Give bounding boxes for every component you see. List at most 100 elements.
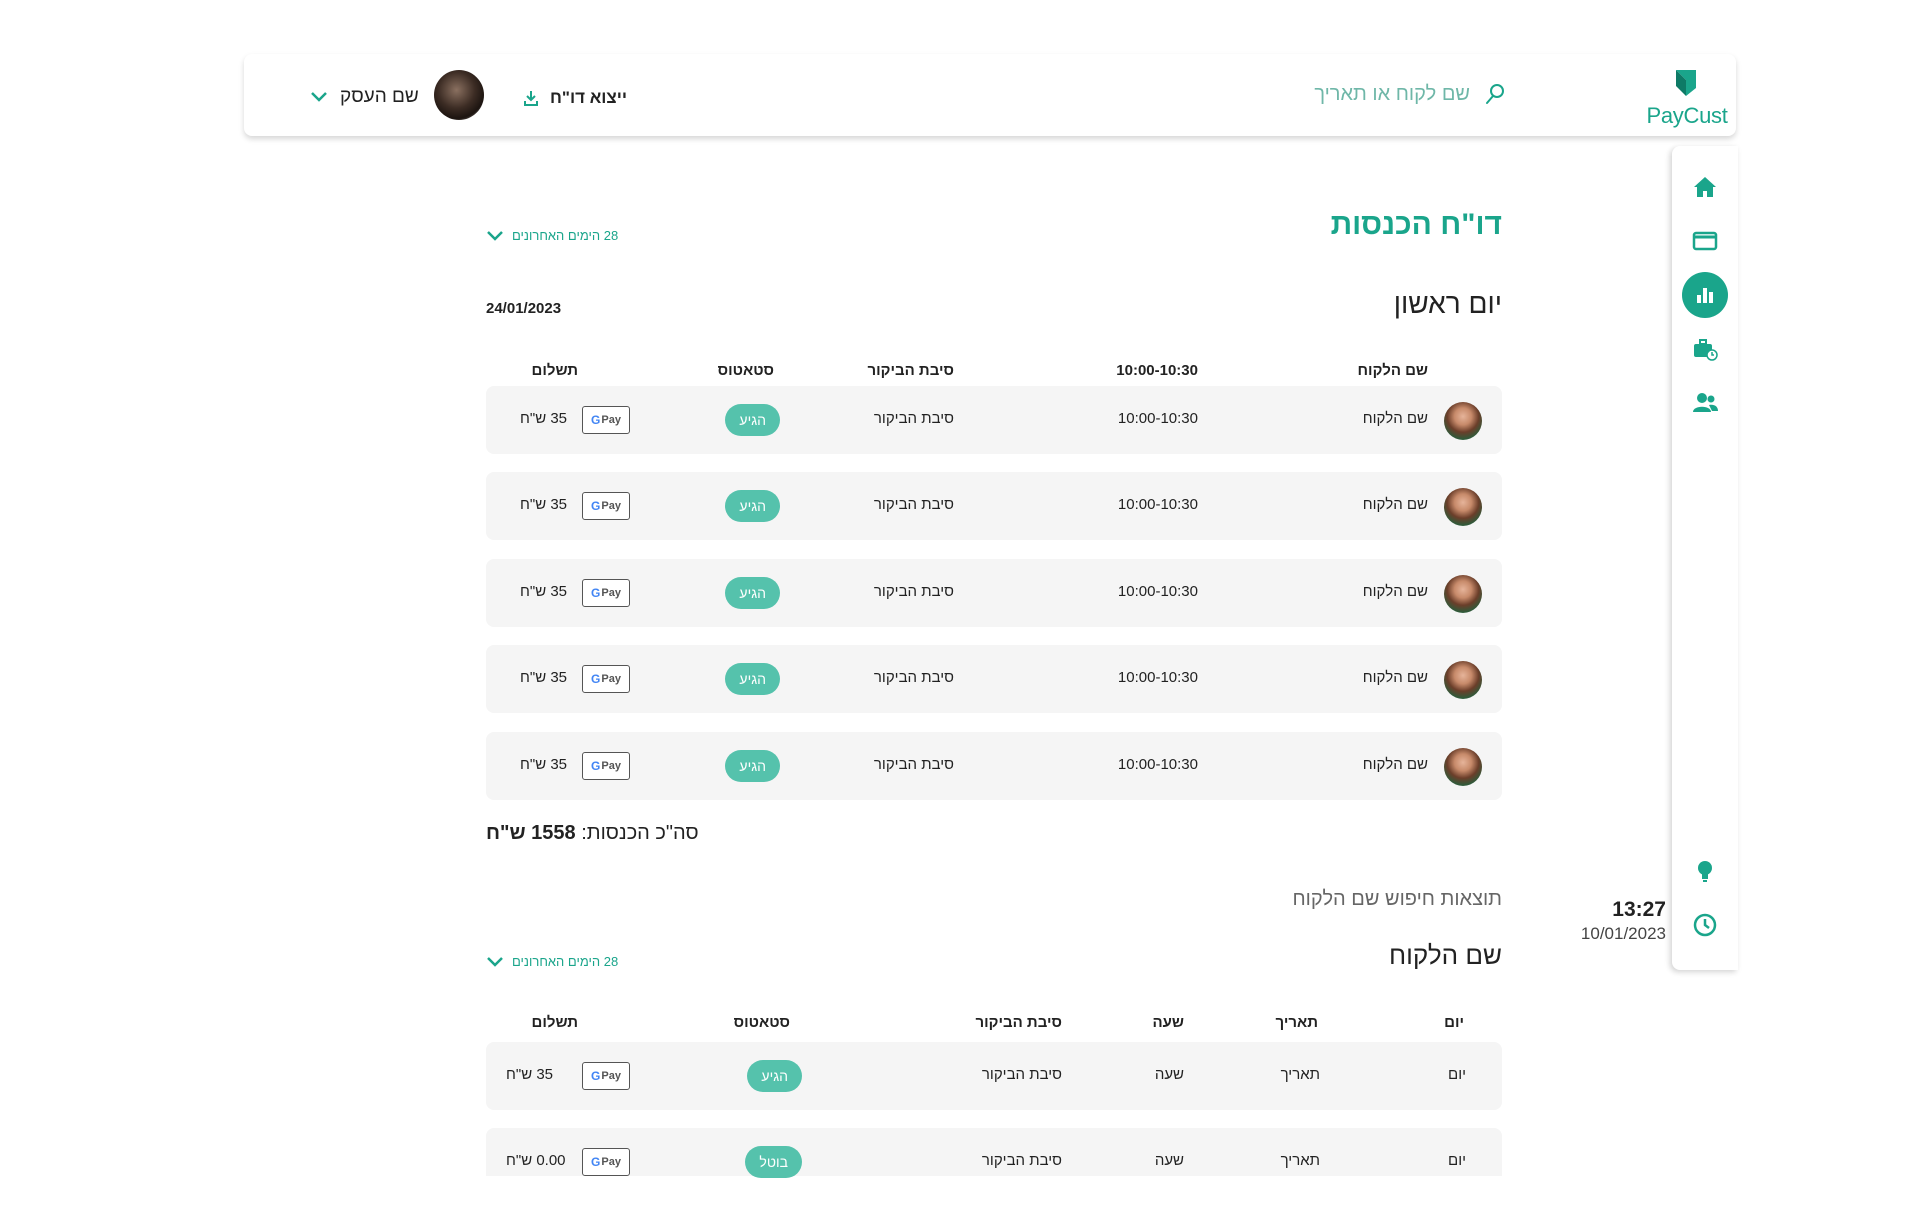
table-row[interactable]: שם הלקוח 10:00-10:30 סיבת הביקור הגיע GG Pay… — [486, 732, 1502, 800]
total-income: סה"כ הכנסות: 1558 ש"ח — [486, 822, 699, 845]
customer-name: שם הלקוח — [1362, 496, 1428, 513]
date-range-filter[interactable]: 28 הימים האחרונים — [486, 228, 618, 243]
clock-icon — [1693, 913, 1717, 937]
payment-amount: 0.00 ש"ח — [506, 1152, 566, 1169]
clock-date: 10/01/2023 — [1580, 924, 1666, 943]
google-pay-icon: GG PayPay — [582, 752, 630, 780]
column-header-hour: שעה — [1152, 1014, 1185, 1031]
visit-reason: סיבת הביקור — [873, 496, 954, 513]
table-row[interactable]: יום תאריך שעה סיבת הביקור הגיע GG PayPay 35 ש"… — [486, 1042, 1502, 1110]
customer-avatar — [1444, 402, 1482, 440]
customer-avatar — [1444, 488, 1482, 526]
payment-amount: 35 ש"ח — [520, 756, 568, 773]
home-icon — [1694, 177, 1716, 197]
customer-name: שם הלקוח — [1362, 669, 1428, 686]
sidebar-item-customers[interactable] — [1682, 380, 1728, 426]
sidebar-nav — [1672, 146, 1738, 970]
payment-amount: 35 ש"ח — [520, 583, 568, 600]
status-badge: הגיע — [747, 1060, 802, 1092]
sidebar-item-reports[interactable] — [1682, 272, 1728, 318]
bar-chart-icon — [1697, 288, 1713, 303]
chevron-down-icon[interactable] — [310, 90, 328, 104]
day-date: 24/01/2023 — [486, 300, 562, 317]
appointment-time: 10:00-10:30 — [1117, 756, 1198, 773]
customer-name: שם הלקוח — [1362, 410, 1428, 427]
logo-text: PayCust — [1646, 103, 1728, 128]
google-pay-icon: GG PayPay — [582, 406, 630, 434]
status-badge: בוטל — [745, 1146, 802, 1178]
sidebar-item-home[interactable] — [1682, 164, 1728, 210]
business-avatar[interactable] — [434, 70, 484, 120]
column-header-reason: סיבת הביקור — [867, 362, 954, 379]
customer-avatar — [1444, 748, 1482, 786]
column-header-payment: תשלום — [531, 362, 578, 379]
column-header-time: 10:00-10:30 — [1116, 362, 1198, 379]
customer-avatar — [1444, 661, 1482, 699]
google-pay-icon: GG PayPay — [582, 665, 630, 693]
table-row[interactable]: שם הלקוח 10:00-10:30 סיבת הביקור הגיע GG Pay… — [486, 472, 1502, 540]
briefcase-clock-icon — [1694, 339, 1718, 361]
payment-amount: 35 ש"ח — [506, 1066, 554, 1083]
day-title: יום ראשון — [1393, 288, 1502, 319]
column-header-payment: תשלום — [531, 1014, 578, 1031]
customer-name: שם הלקוח — [1362, 756, 1428, 773]
payment-amount: 35 ש"ח — [520, 669, 568, 686]
report-panel: דו"ח הכנסות 28 הימים האחרונים יום ראשון … — [486, 0, 1502, 1180]
payment-amount: 35 ש"ח — [520, 410, 568, 427]
column-header-status: סטאטוס — [717, 362, 774, 379]
status-badge: הגיע — [725, 750, 780, 782]
visit-hour: שעה — [1154, 1066, 1184, 1083]
status-badge: הגיע — [725, 490, 780, 522]
customer-avatar — [1444, 575, 1482, 613]
customer-title: שם הלקוח — [1388, 940, 1502, 970]
clock-time: 13:27 — [1612, 898, 1666, 921]
chevron-down-icon — [487, 230, 503, 241]
sidebar-item-window[interactable] — [1682, 218, 1728, 264]
sidebar-item-history[interactable] — [1682, 902, 1728, 948]
business-name[interactable]: שם העסק — [340, 86, 419, 108]
users-icon — [1693, 393, 1718, 412]
visit-reason: סיבת הביקור — [873, 669, 954, 686]
status-badge: הגיע — [725, 577, 780, 609]
visit-day: יום — [1448, 1152, 1466, 1169]
paycust-logo[interactable]: PayCust — [1642, 66, 1732, 128]
sidebar-item-tips[interactable] — [1682, 848, 1728, 894]
table-row[interactable]: יום תאריך שעה סיבת הביקור בוטל GG PayPay 0.00 … — [486, 1128, 1502, 1178]
visit-reason: סיבת הביקור — [873, 410, 954, 427]
appointment-time: 10:00-10:30 — [1117, 496, 1198, 513]
appointment-time: 10:00-10:30 — [1117, 583, 1198, 600]
visit-reason: סיבת הביקור — [981, 1152, 1062, 1169]
visit-date: תאריך — [1280, 1152, 1320, 1169]
payment-amount: 35 ש"ח — [520, 496, 568, 513]
status-badge: הגיע — [725, 663, 780, 695]
total-income-label: סה"כ הכנסות: — [581, 822, 699, 844]
google-pay-icon: GG PayPay — [582, 1148, 630, 1176]
column-header-status: סטאטוס — [733, 1014, 790, 1031]
visit-reason: סיבת הביקור — [981, 1066, 1062, 1083]
lightbulb-icon — [1698, 861, 1712, 882]
date-range-filter-results[interactable]: 28 הימים האחרונים — [486, 954, 618, 969]
google-pay-icon: GG PayPay — [582, 579, 630, 607]
page-title: דו"ח הכנסות — [1330, 208, 1502, 241]
visit-day: יום — [1448, 1066, 1466, 1083]
sidebar-item-business[interactable] — [1682, 326, 1728, 372]
visit-reason: סיבת הביקור — [873, 583, 954, 600]
table-row[interactable]: שם הלקוח 10:00-10:30 סיבת הביקור הגיע GG Pay… — [486, 559, 1502, 627]
search-results-label: תוצאות חיפוש שם הלקוח — [1292, 888, 1502, 910]
table-row[interactable]: שם הלקוח 10:00-10:30 סיבת הביקור הגיע GG Pay… — [486, 386, 1502, 454]
visit-date: תאריך — [1280, 1066, 1320, 1083]
visit-reason: סיבת הביקור — [873, 756, 954, 773]
visit-hour: שעה — [1154, 1152, 1184, 1169]
status-badge: הגיע — [725, 404, 780, 436]
table-row[interactable]: שם הלקוח 10:00-10:30 סיבת הביקור הגיע GG Pay… — [486, 645, 1502, 713]
chevron-down-icon — [487, 956, 503, 967]
total-income-value: 1558 ש"ח — [486, 822, 576, 844]
appointment-time: 10:00-10:30 — [1117, 410, 1198, 427]
column-header-customer: שם הלקוח — [1357, 362, 1428, 379]
google-pay-icon: GG PayPay — [582, 492, 630, 520]
appointment-time: 10:00-10:30 — [1117, 669, 1198, 686]
window-icon — [1692, 231, 1718, 251]
google-pay-icon: GG PayPay — [582, 1062, 630, 1090]
column-header-reason: סיבת הביקור — [975, 1014, 1062, 1031]
date-range-label: 28 הימים האחרונים — [512, 228, 619, 243]
